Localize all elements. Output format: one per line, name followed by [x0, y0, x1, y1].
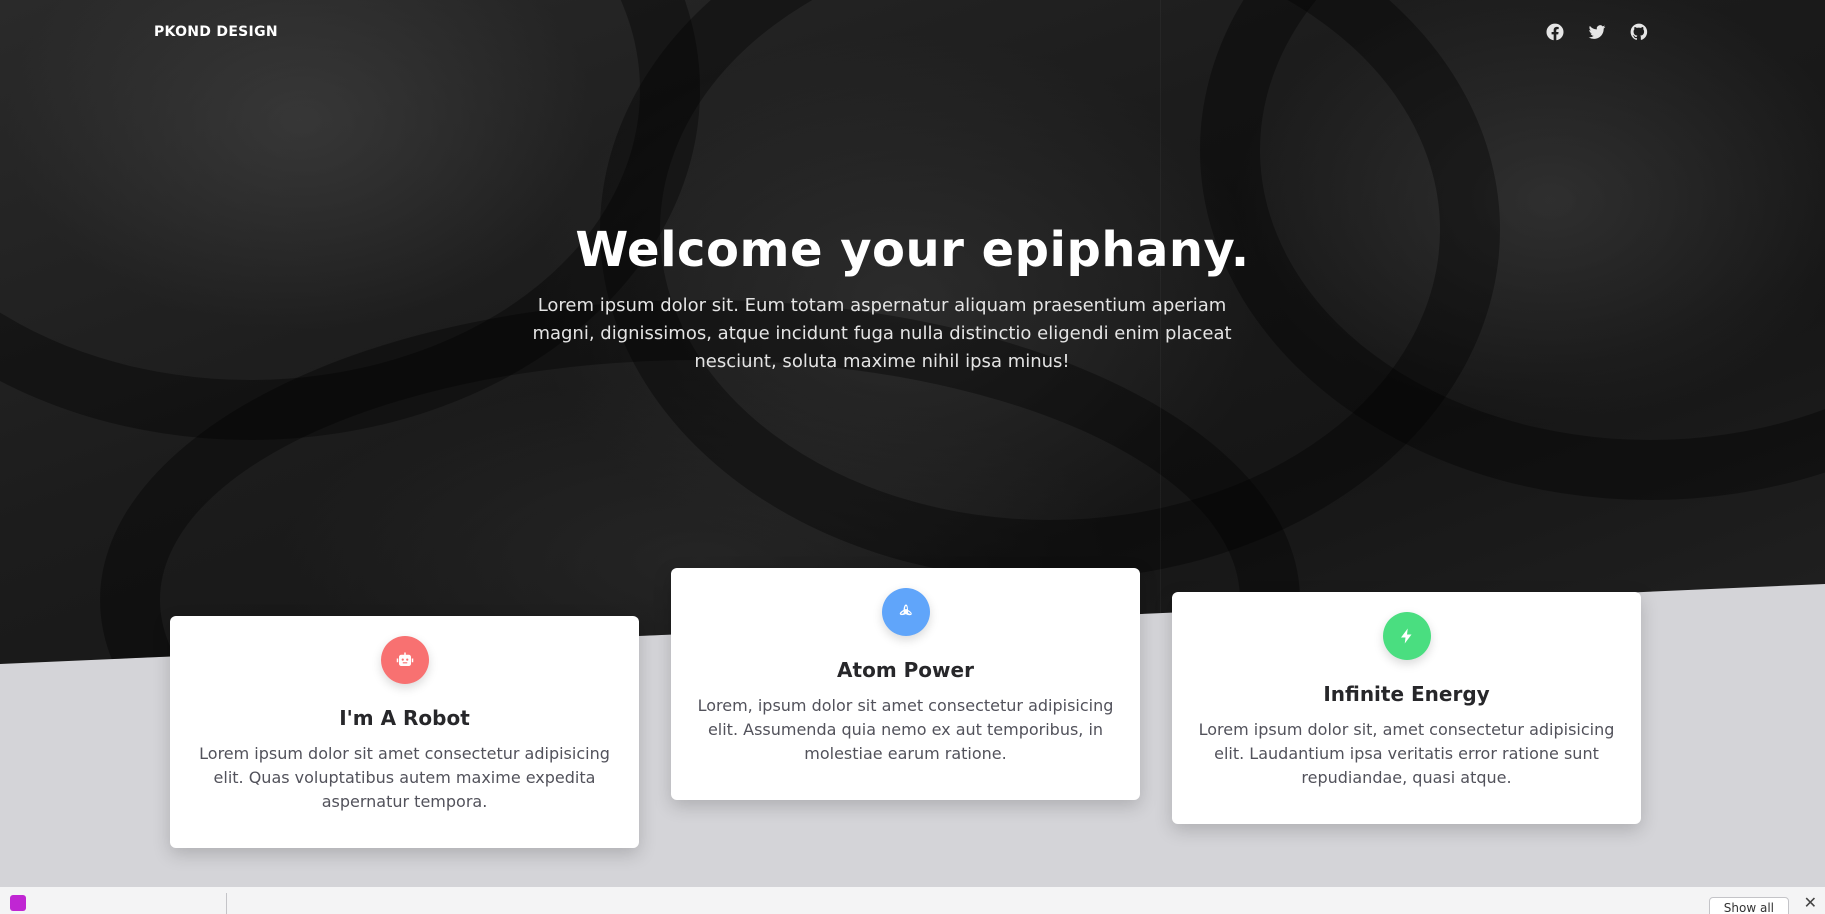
- feature-card-energy: Infinite Energy Lorem ipsum dolor sit, a…: [1172, 592, 1641, 824]
- feature-card-robot: I'm A Robot Lorem ipsum dolor sit amet c…: [170, 616, 639, 848]
- card-text: Lorem ipsum dolor sit amet consectetur a…: [199, 744, 610, 811]
- facebook-icon[interactable]: [1545, 22, 1565, 42]
- github-icon[interactable]: [1629, 22, 1649, 42]
- bolt-icon: [1382, 612, 1431, 660]
- hero-lead: Lorem ipsum dolor sit. Eum totam asperna…: [532, 295, 1232, 372]
- download-file-icon[interactable]: [10, 895, 26, 911]
- card-text: Lorem, ipsum dolor sit amet consectetur …: [697, 696, 1114, 763]
- download-bar: Show all ✕: [0, 886, 1825, 914]
- feature-card-atom: Atom Power Lorem, ipsum dolor sit amet c…: [671, 568, 1140, 800]
- close-icon[interactable]: ✕: [1804, 893, 1817, 912]
- top-nav: PKOND DESIGN: [0, 0, 1825, 66]
- atom-icon: [881, 588, 930, 636]
- card-title: Atom Power: [837, 658, 974, 682]
- robot-icon: [380, 636, 429, 684]
- twitter-icon[interactable]: [1587, 22, 1607, 42]
- hero-title: Welcome your epiphany.: [575, 222, 1250, 278]
- card-text: Lorem ipsum dolor sit, amet consectetur …: [1198, 720, 1615, 787]
- card-title: I'm A Robot: [339, 706, 470, 730]
- show-all-button[interactable]: Show all: [1708, 897, 1789, 914]
- social-links: [1545, 22, 1649, 42]
- brand-logo[interactable]: PKOND DESIGN: [154, 24, 278, 40]
- card-title: Infinite Energy: [1323, 682, 1490, 706]
- download-bar-divider: [226, 893, 227, 914]
